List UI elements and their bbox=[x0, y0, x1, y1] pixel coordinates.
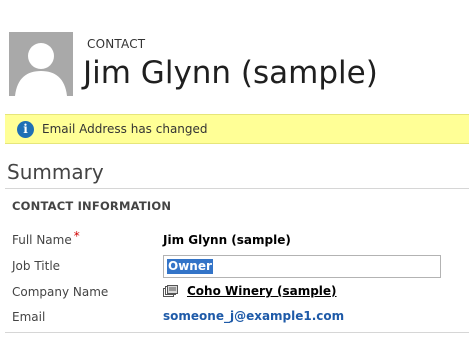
group-title-contact-information: CONTACT INFORMATION bbox=[12, 199, 172, 213]
record-header: CONTACT Jim Glynn (sample) bbox=[0, 0, 474, 110]
section-title-summary[interactable]: Summary bbox=[7, 160, 104, 184]
avatar[interactable] bbox=[9, 32, 73, 96]
email-link[interactable]: someone_j@example1.com bbox=[163, 309, 344, 323]
full-name-label: Full Name * bbox=[12, 229, 80, 247]
company-name-label: Company Name bbox=[12, 285, 109, 299]
job-title-label: Job Title bbox=[12, 259, 61, 273]
account-record-icon bbox=[163, 285, 178, 297]
section-divider bbox=[5, 188, 469, 189]
company-name-link[interactable]: Coho Winery (sample) bbox=[187, 284, 337, 298]
notification-text: Email Address has changed bbox=[42, 122, 208, 136]
job-title-input[interactable]: Owner bbox=[163, 255, 441, 278]
bottom-divider bbox=[5, 332, 469, 333]
email-label: Email bbox=[12, 310, 46, 324]
full-name-value[interactable]: Jim Glynn (sample) bbox=[163, 233, 291, 247]
info-icon: i bbox=[17, 121, 34, 138]
notification-bar: i Email Address has changed bbox=[5, 114, 469, 144]
required-indicator: * bbox=[73, 229, 80, 243]
person-silhouette-icon bbox=[9, 32, 73, 96]
entity-type-label: CONTACT bbox=[87, 37, 146, 51]
full-name-label-text: Full Name bbox=[12, 233, 72, 247]
record-title: Jim Glynn (sample) bbox=[83, 55, 378, 91]
job-title-selected-text[interactable]: Owner bbox=[167, 259, 213, 274]
